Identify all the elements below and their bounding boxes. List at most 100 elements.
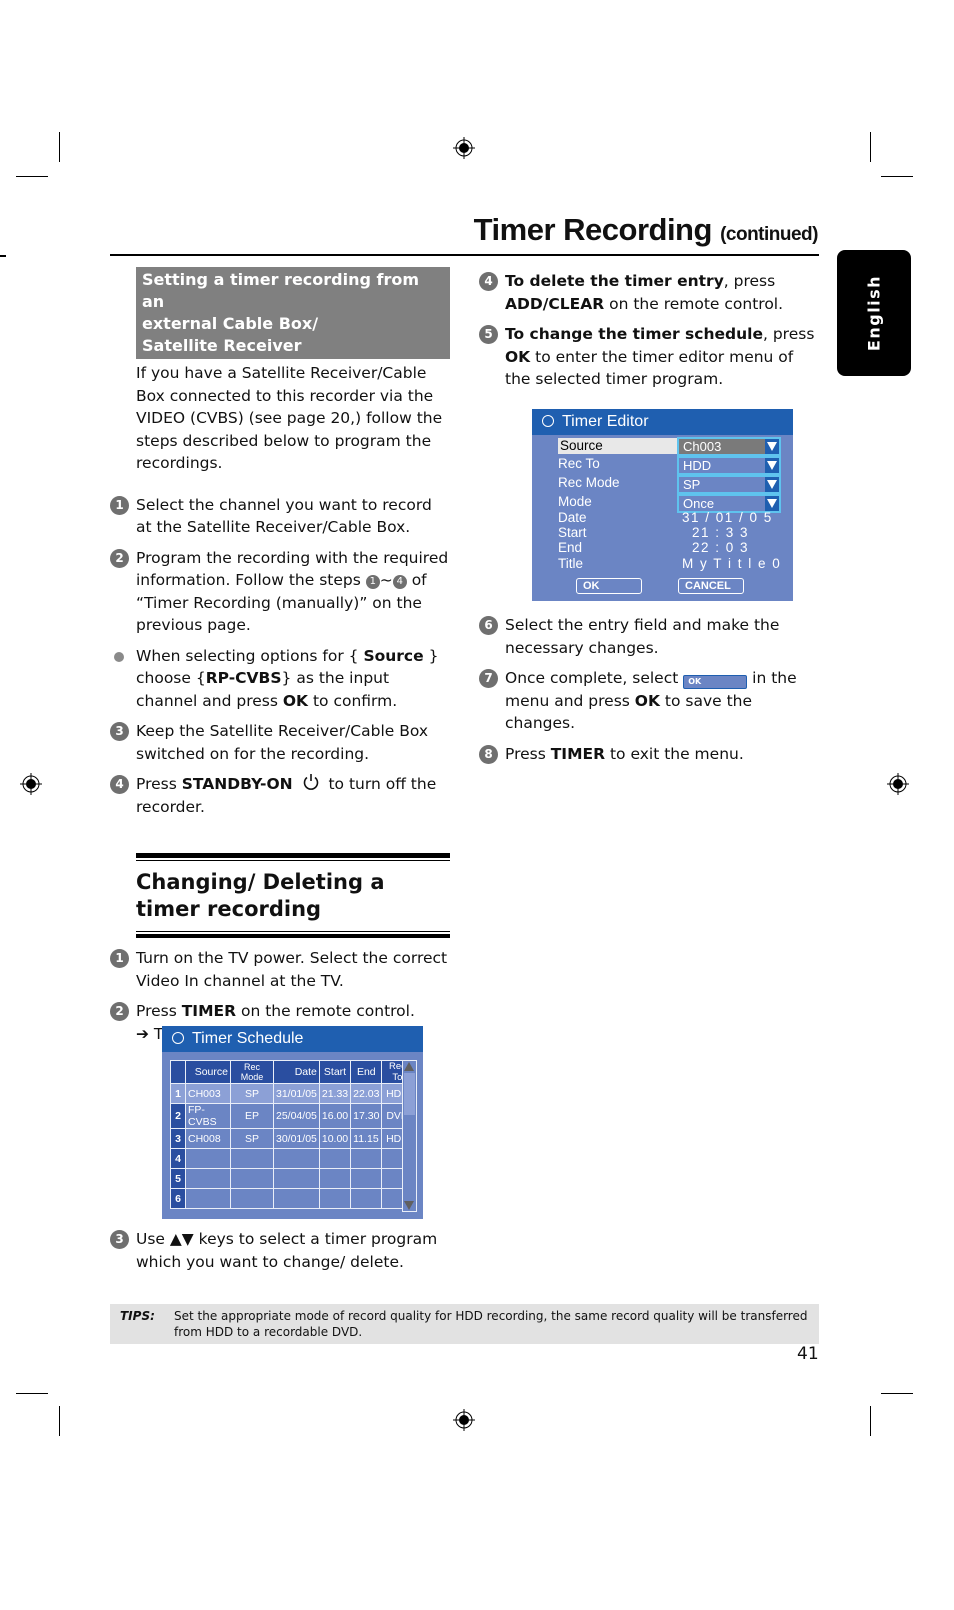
cancel-button[interactable]: CANCEL <box>678 578 744 594</box>
step-keyword: RP-CVBS <box>205 669 282 687</box>
step-text: Turn on the TV power. Select the correct… <box>136 949 448 990</box>
date-value[interactable]: 31 / 01 / 0 5 <box>682 510 773 525</box>
row-index: 6 <box>170 1188 186 1209</box>
row-index: 5 <box>170 1168 186 1189</box>
ok-button[interactable]: OK <box>576 578 642 594</box>
step-text: Press <box>136 775 182 793</box>
timer-schedule-header: Timer Schedule <box>162 1026 423 1052</box>
left-column: Setting a timer recording from an extern… <box>110 267 450 1045</box>
crop-mark <box>870 1406 871 1436</box>
step-item: 2 Program the recording with the require… <box>110 547 450 637</box>
cell-source: FP-CVBS <box>185 1103 231 1129</box>
field-label-mode: Mode <box>558 494 592 509</box>
timer-schedule-table: Source Rec Mode Date Start End Rec To 1C… <box>170 1060 414 1209</box>
chevron-down-icon[interactable] <box>765 477 779 492</box>
step-text: ~ <box>379 571 393 589</box>
end-value[interactable]: 22 : 0 3 <box>692 540 749 555</box>
row-index: 2 <box>170 1103 186 1129</box>
scroll-down-icon[interactable] <box>404 1201 414 1210</box>
cell-start: 10.00 <box>318 1128 352 1149</box>
step-item: 8 Press TIMER to exit the menu. <box>479 743 824 766</box>
cell-start <box>318 1148 352 1169</box>
cell-end: 11.15 <box>350 1128 383 1149</box>
step-keyword: TIMER <box>550 744 606 763</box>
timer-editor-panel: Timer Editor Source Ch003 Rec To HDD Rec… <box>532 409 793 601</box>
dropdown-value: HDD <box>683 458 712 473</box>
cell-rec-mode <box>230 1148 274 1169</box>
crop-mark <box>0 255 6 257</box>
step-number-icon: 3 <box>110 722 129 741</box>
step-keyword: To change the timer schedule <box>505 325 763 343</box>
cell-end <box>350 1168 383 1189</box>
step-number-icon: 1 <box>110 495 129 515</box>
registration-mark-icon <box>887 773 909 795</box>
chevron-down-icon[interactable] <box>765 458 779 473</box>
cell-source <box>185 1148 231 1169</box>
column-header: Rec Mode <box>230 1060 274 1084</box>
registration-mark-icon <box>20 773 42 795</box>
page-number: 41 <box>797 1344 819 1364</box>
table-row[interactable]: 3 CH008 SP 30/01/05 10.00 11.15 HDD <box>170 1128 414 1149</box>
step-text: Use <box>136 1230 170 1248</box>
title-value[interactable]: M y T i t l e 0 <box>682 556 781 571</box>
step-number-icon: 1 <box>110 949 129 968</box>
source-dropdown[interactable]: Ch003 <box>677 437 781 456</box>
column-header: Date <box>273 1060 320 1084</box>
clock-icon <box>172 1032 184 1044</box>
timer-schedule-title: Timer Schedule <box>192 1030 304 1047</box>
step-keyword: OK <box>634 691 660 710</box>
field-label-rec-mode: Rec Mode <box>558 475 620 490</box>
chevron-down-icon[interactable] <box>765 496 779 511</box>
scroll-thumb[interactable] <box>404 1073 415 1115</box>
schedule-scrollbar[interactable] <box>402 1060 417 1212</box>
step-number-icon: 2 <box>110 1002 129 1021</box>
scroll-up-icon[interactable] <box>404 1062 414 1071</box>
right-column-bottom: 6 Select the entry field and make the ne… <box>479 614 824 765</box>
ok-button-illustration: OK <box>683 675 748 689</box>
step-number-icon: 4 <box>479 272 498 291</box>
table-row[interactable]: 1 CH003 SP 31/01/05 21.33 22.03 HDD <box>170 1083 414 1104</box>
section-heading-line: Setting a timer recording from an <box>142 270 420 311</box>
crop-mark <box>59 132 60 162</box>
cell-source: CH008 <box>185 1128 231 1149</box>
table-row[interactable]: 2 FP-CVBS EP 25/04/05 16.00 17.30 DVD <box>170 1103 414 1129</box>
arrow-right-icon: ➔ <box>136 1024 154 1043</box>
title-divider <box>110 254 819 256</box>
field-label-source[interactable]: Source <box>558 438 678 454</box>
chevron-down-icon[interactable] <box>765 439 779 454</box>
field-label-date: Date <box>558 510 587 525</box>
start-value[interactable]: 21 : 3 3 <box>692 525 749 540</box>
rec-mode-dropdown[interactable]: SP <box>677 475 781 494</box>
step-keyword: ▲▼ <box>169 1230 194 1248</box>
field-label-title: Title <box>558 556 584 571</box>
step-text: to exit the menu. <box>605 744 744 763</box>
tips-label: TIPS: <box>120 1309 155 1323</box>
step-ref-icon: 1 <box>365 575 380 589</box>
language-tab-label: English <box>864 274 884 352</box>
table-row[interactable]: 6 <box>170 1188 414 1209</box>
step-item: 3 Keep the Satellite Receiver/Cable Box … <box>110 720 450 765</box>
step-number-icon: 2 <box>110 548 129 568</box>
crop-mark <box>16 176 48 177</box>
step-item: 3 Use ▲▼ keys to select a timer program … <box>110 1228 450 1273</box>
step-item: 1 Select the channel you want to record … <box>110 494 450 539</box>
table-header-row: Source Rec Mode Date Start End Rec To <box>170 1060 414 1084</box>
cell-date: 30/01/05 <box>273 1128 320 1149</box>
crop-mark <box>881 1393 913 1394</box>
table-row[interactable]: 4 <box>170 1148 414 1169</box>
dropdown-value: SP <box>683 477 701 492</box>
cell-start <box>318 1168 352 1189</box>
step-text: , press <box>723 272 776 290</box>
row-index: 3 <box>170 1128 186 1149</box>
field-label-start: Start <box>558 525 587 540</box>
cell-source <box>185 1188 231 1209</box>
step-keyword: Source <box>363 646 424 665</box>
tips-box: TIPS: Set the appropriate mode of record… <box>110 1304 819 1344</box>
cell-date <box>273 1148 320 1169</box>
timer-schedule-panel: Timer Schedule Source Rec Mode Date Star… <box>162 1026 423 1219</box>
step-number-icon: 6 <box>479 616 498 635</box>
page-title: Timer Recording (continued) <box>474 212 819 248</box>
table-row[interactable]: 5 <box>170 1168 414 1189</box>
rec-to-dropdown[interactable]: HDD <box>677 456 781 475</box>
step-keyword: OK <box>282 691 309 710</box>
